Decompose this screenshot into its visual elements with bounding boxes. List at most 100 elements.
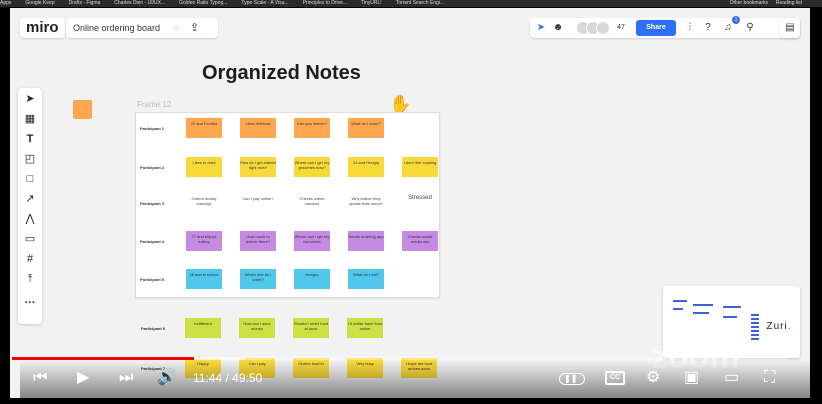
comment-icon[interactable]: ▭ — [21, 230, 39, 248]
connector-line-icon[interactable]: ↗ — [21, 190, 39, 208]
time-current: 11:44 — [193, 371, 223, 385]
participant-label[interactable]: Participant 1 — [140, 126, 164, 131]
sticky-note[interactable]: How can I save money — [239, 318, 275, 338]
sticky-note[interactable]: Which one do I order? — [240, 269, 276, 289]
sticky-note[interactable]: 22 and Excited — [186, 118, 222, 138]
pen-tool-icon[interactable]: ⋀ — [21, 210, 39, 228]
minimap-mark — [723, 316, 737, 318]
sticky-note[interactable]: What do I eat? — [348, 269, 384, 289]
upload-icon[interactable]: ⤒ — [21, 270, 39, 288]
left-toolbar: ➤ ▦ T ◰ □ ↗ ⋀ ▭ # ⤒ ··· — [18, 88, 42, 324]
participant-label[interactable]: Participant 2 — [140, 165, 164, 170]
previous-icon[interactable]: ⏮ — [33, 369, 47, 387]
sticky-note[interactable]: Hungry — [294, 269, 330, 289]
played-bar — [12, 357, 195, 360]
sticky-note[interactable]: Can I pay online? — [240, 193, 276, 213]
progress-bar[interactable] — [12, 357, 787, 360]
share-button-label: Share — [646, 24, 666, 31]
minimap-mark — [723, 306, 741, 308]
frame-label[interactable]: Frame 12 — [137, 100, 171, 109]
sticky-note[interactable]: Should I order food at once — [293, 318, 329, 338]
sticky-note[interactable]: I don't like cooking — [402, 157, 438, 177]
bookmark-item[interactable]: Apps — [0, 0, 11, 7]
sticky-note[interactable]: 18 and in school — [186, 269, 222, 289]
notification-badge: 1 — [732, 16, 740, 24]
captions-button[interactable]: CC — [605, 371, 625, 385]
bookmark-item[interactable]: TinyURL! — [361, 0, 382, 7]
text-tool-icon[interactable]: T — [21, 130, 39, 148]
collaborator-count[interactable]: 47 — [612, 18, 630, 38]
sticky-note[interactable]: Needs ordering app — [348, 231, 384, 251]
time-display: 11:44 / 49:50 — [193, 371, 263, 385]
next-icon[interactable]: ⏭ — [119, 369, 133, 387]
theater-mode-icon[interactable]: ▭ — [724, 369, 739, 387]
sticky-note[interactable]: How much to deliver there? — [240, 231, 276, 251]
export-icon[interactable]: ⇪ — [190, 18, 199, 38]
search-icon[interactable]: ⚲ — [742, 18, 758, 38]
other-bookmarks[interactable]: Other bookmarks — [730, 0, 768, 7]
bookmark-item[interactable]: Principles to Drive... — [303, 0, 347, 7]
shape-tool-icon[interactable]: □ — [21, 170, 39, 188]
bookmark-item[interactable]: Charles Dien - UI/UX... — [114, 0, 165, 7]
cursor-select-icon[interactable]: ➤ — [534, 18, 548, 38]
bookmark-item[interactable]: Google Keep — [25, 0, 54, 7]
sticky-note[interactable]: Likes to read — [186, 157, 222, 177]
bookmark-item[interactable]: Type Scale - A Visu... — [241, 0, 288, 7]
board-name[interactable]: Online ordering board — [73, 23, 160, 33]
participant-label[interactable]: Participant 4 — [140, 239, 164, 244]
sticky-note[interactable]: 27 and enjoys eating — [186, 231, 222, 251]
bookmark-item[interactable]: Drafts - Figma — [69, 0, 101, 7]
more-tools-icon[interactable]: ··· — [21, 294, 39, 312]
bookmark-item[interactable]: Golden Ratio Typog... — [179, 0, 227, 7]
select-tool-icon[interactable]: ➤ — [21, 90, 39, 108]
participant-label[interactable]: Participant 6 — [141, 326, 165, 331]
sticky-note[interactable]: Can you deliver? — [294, 118, 330, 138]
avatar[interactable] — [596, 21, 610, 35]
star-icon[interactable]: ☆ — [172, 18, 180, 38]
sticky-note[interactable]: Checks online vendors — [294, 193, 330, 213]
autoplay-toggle[interactable]: ❚❚ — [559, 373, 585, 385]
minimap-mark — [693, 312, 709, 314]
participant-label[interactable]: Participant 5 — [140, 277, 164, 282]
sticky-note[interactable]: Where can I get my favourites — [294, 231, 330, 251]
sticky-note[interactable]: Likes referrals — [240, 118, 276, 138]
emoji-icon[interactable]: ☻ — [550, 18, 566, 38]
participant-label[interactable]: Participant 3 — [140, 201, 164, 206]
volume-icon[interactable]: 🔊 — [157, 369, 177, 387]
bookmark-item[interactable]: Torrent Search Engi... — [396, 0, 444, 7]
fullscreen-icon[interactable]: ⛶ — [764, 369, 775, 387]
sticky-note[interactable]: 24 and Hungry — [348, 157, 384, 177]
frame-tool-icon[interactable]: # — [21, 250, 39, 268]
share-button[interactable]: Share — [636, 20, 676, 36]
minimap-mark — [673, 300, 687, 302]
minimap-mark — [693, 304, 713, 306]
settings-sliders-icon[interactable]: ⫶ — [682, 18, 698, 38]
reading-list[interactable]: Reading list — [776, 0, 802, 7]
orange-sticky-note[interactable] — [73, 100, 92, 119]
sticky-note[interactable]: I'd rather have food online — [347, 318, 383, 338]
play-icon[interactable]: ▶ — [77, 369, 89, 387]
sticky-note[interactable]: How do I get started right now? — [240, 157, 276, 177]
sticky-note[interactable]: Why bother they update their menu? — [348, 193, 384, 213]
sticky-note[interactable]: Orders mostly cravings — [186, 193, 222, 213]
zuri-logo: Zuri. — [759, 307, 799, 347]
miniplayer-icon[interactable]: ▣ — [684, 369, 699, 387]
minimap-mark — [673, 308, 683, 310]
templates-icon[interactable]: ▦ — [21, 110, 39, 128]
settings-gear-icon[interactable]: ⚙ — [646, 369, 660, 387]
help-icon[interactable]: ? — [700, 18, 716, 38]
organized-notes-frame[interactable]: Participant 1 22 and Excited Likes referra… — [135, 112, 440, 298]
canvas-title[interactable]: Organized Notes — [202, 62, 361, 85]
sticky-note[interactable]: What do I order? — [348, 118, 384, 138]
bookmarks-bar: Apps Google Keep Drafts - Figma Charles Die… — [0, 0, 822, 7]
video-frame[interactable]: miro Online ordering board ☆ ⇪ ➤ ☻ 47 Sh… — [10, 8, 810, 398]
sticky-note[interactable]: Where can I get my groceries now? — [294, 157, 330, 177]
sticky-note-icon[interactable]: ◰ — [21, 150, 39, 168]
sticky-note[interactable]: Checks social media ads — [402, 231, 438, 251]
notes-panel-icon[interactable]: ▤ — [780, 18, 800, 38]
sticky-note[interactable]: Indifferent — [185, 318, 221, 338]
collaboration-toolbar: ➤ ☻ 47 Share ⫶ ? ♫ 1 ⚲ — [530, 16, 800, 38]
board-name-panel[interactable]: Online ordering board ☆ ⇪ — [66, 18, 218, 38]
miro-logo[interactable]: miro — [20, 18, 65, 38]
sticky-note[interactable]: Stressed — [402, 193, 438, 213]
